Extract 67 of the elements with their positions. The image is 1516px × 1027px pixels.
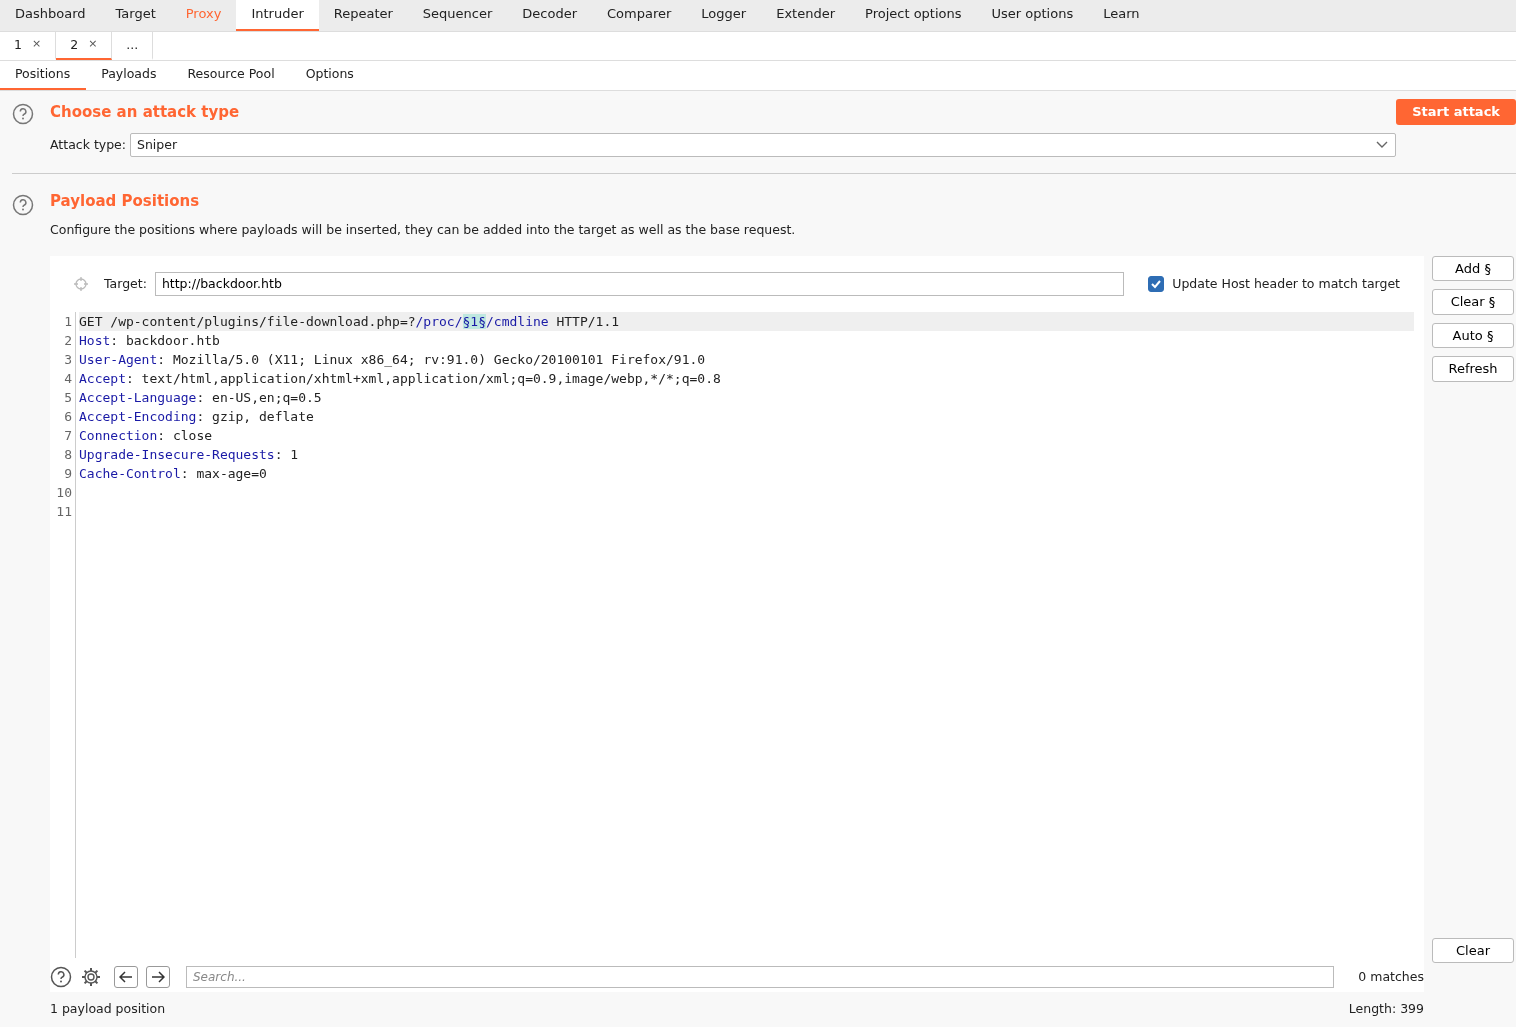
sub-tab[interactable]: Options: [290, 61, 370, 90]
forward-button[interactable]: [146, 966, 170, 989]
main-tab[interactable]: Learn: [1088, 0, 1155, 31]
help-icon[interactable]: [12, 194, 34, 217]
close-icon[interactable]: ×: [88, 35, 98, 55]
section-description: Configure the positions where payloads will be inserted, they can be added into the target as well as the base request.: [50, 220, 797, 239]
request-line: Accept-Language: en-US,en;q=0.5: [79, 389, 323, 408]
attack-tab[interactable]: 1 ×: [0, 31, 57, 61]
request-line: Accept-Encoding: gzip, deflate: [79, 408, 315, 427]
main-tab[interactable]: Dashboard: [0, 0, 101, 31]
line-number: 9: [63, 465, 72, 484]
attack-tab[interactable]: ...: [112, 31, 154, 61]
line-number: 1: [63, 313, 72, 332]
main-tab[interactable]: Target: [100, 0, 171, 31]
line-number: 5: [63, 389, 72, 408]
side-button[interactable]: Refresh: [1432, 356, 1514, 382]
main-tab[interactable]: User options: [976, 0, 1089, 31]
request-line: Connection: close: [79, 427, 214, 446]
main-tab[interactable]: Intruder: [236, 0, 319, 31]
chevron-down-icon: [1375, 139, 1389, 150]
target-field[interactable]: http://backdoor.htb: [154, 271, 1125, 297]
attack-type-dropdown[interactable]: Sniper: [130, 132, 1396, 158]
request-line: Cache-Control: max-age=0: [79, 465, 268, 484]
section-title: Payload Positions: [50, 191, 201, 213]
request-line: Accept: text/html,application/xhtml+xml,application/xml;q=0.9,image/webp,*/*;q=0.8: [79, 370, 722, 389]
line-number: 2: [63, 332, 72, 351]
main-tab[interactable]: Logger: [686, 0, 762, 31]
line-number: 8: [63, 446, 72, 465]
sub-tab[interactable]: Resource Pool: [172, 61, 291, 90]
attack-type-label: Attack type:: [50, 135, 126, 154]
sub-tab[interactable]: Positions: [0, 61, 87, 90]
section-title: Choose an attack type: [50, 101, 240, 123]
sub-tab[interactable]: Payloads: [86, 61, 173, 90]
line-number: 4: [63, 370, 72, 389]
line-number: 3: [63, 351, 72, 370]
line-number: 10: [55, 484, 72, 503]
side-button[interactable]: Add §: [1432, 255, 1514, 281]
update-host-label: Update Host header to match target: [1172, 274, 1400, 293]
main-tab[interactable]: Extender: [761, 0, 851, 31]
payload-count: 1 payload position: [50, 1000, 166, 1019]
arrow-left-icon: [119, 971, 133, 984]
request-line: Host: backdoor.htb: [79, 332, 221, 351]
main-tab[interactable]: Comparer: [592, 0, 687, 31]
search-field[interactable]: Search...: [186, 966, 1335, 989]
clear-button[interactable]: Clear: [1432, 937, 1514, 963]
target-label: Target:: [104, 274, 147, 293]
arrow-right-icon: [151, 971, 165, 984]
help-icon[interactable]: [12, 103, 34, 125]
main-tab[interactable]: Sequencer: [407, 0, 508, 31]
main-tab[interactable]: Decoder: [507, 0, 593, 31]
back-button[interactable]: [114, 966, 138, 989]
line-number: 7: [63, 427, 72, 446]
settings-icon[interactable]: [80, 966, 102, 989]
help-icon[interactable]: [50, 966, 72, 989]
close-icon[interactable]: ×: [31, 35, 42, 55]
request-length: Length: 399: [1348, 1000, 1424, 1019]
main-tab[interactable]: Project options: [850, 0, 977, 31]
side-button[interactable]: Auto §: [1432, 322, 1514, 348]
line-number: 11: [55, 503, 72, 522]
line-number: 6: [63, 408, 72, 427]
request-line: Upgrade-Insecure-Requests: 1: [79, 446, 300, 465]
crosshair-icon: [74, 276, 88, 291]
checkbox[interactable]: [1148, 275, 1165, 292]
side-button[interactable]: Clear §: [1432, 289, 1514, 315]
main-tab[interactable]: Repeater: [318, 0, 408, 31]
request-line: User-Agent: Mozilla/5.0 (X11; Linux x86_64; rv:91.0) Gecko/20100101 Firefox/91.0: [79, 351, 707, 370]
match-count: 0 matches: [1358, 967, 1424, 986]
